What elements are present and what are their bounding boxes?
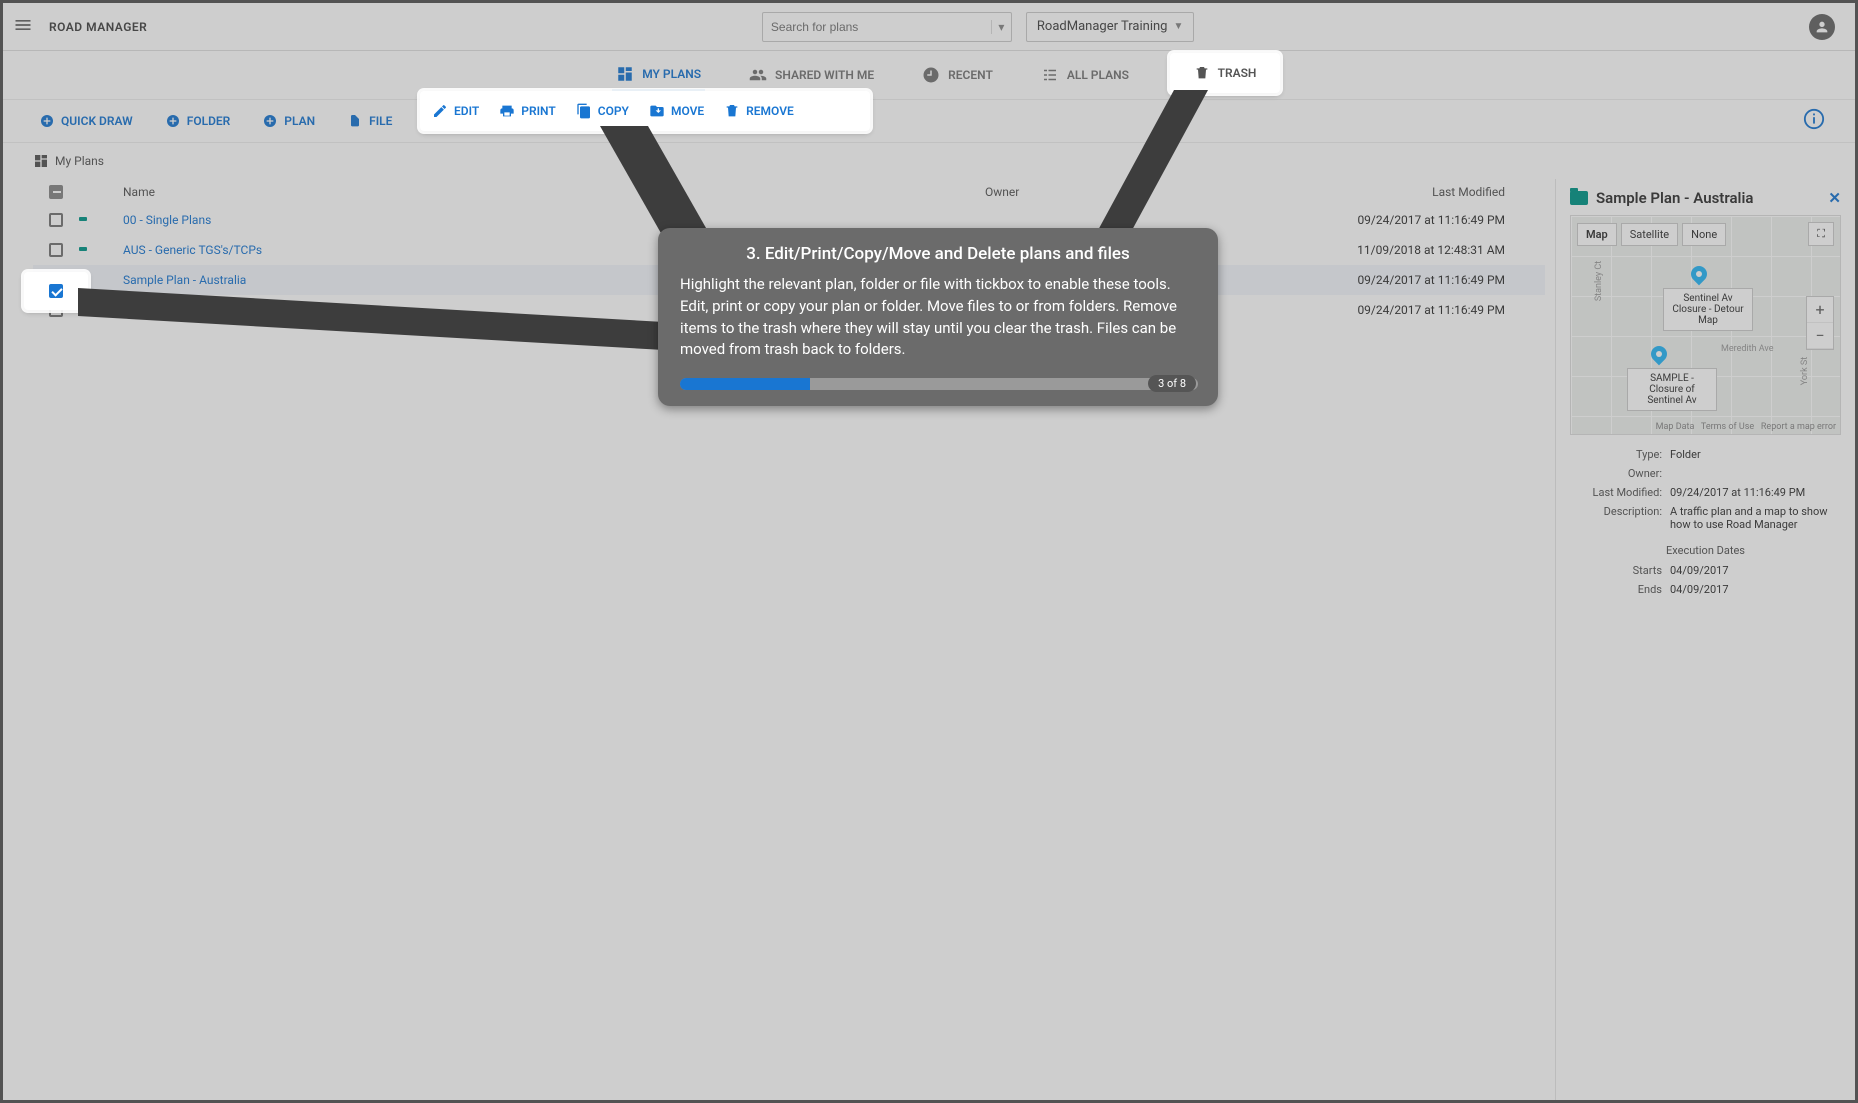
tour-step: 3 of 8: [1148, 375, 1196, 392]
meta-key: Last Modified:: [1570, 486, 1670, 499]
tour-title: 3. Edit/Print/Copy/Move and Delete plans…: [680, 244, 1196, 264]
avatar[interactable]: [1809, 14, 1835, 40]
app-title: ROAD MANAGER: [49, 20, 147, 34]
chevron-down-icon: ▼: [1173, 21, 1183, 32]
org-dropdown[interactable]: RoadManager Training ▼: [1026, 12, 1194, 42]
close-icon[interactable]: ✕: [1828, 189, 1841, 207]
row-modified: 11/09/2018 at 12:48:31 AM: [1315, 243, 1545, 257]
map-pin[interactable]: [1648, 343, 1671, 366]
list-icon: [1041, 66, 1059, 84]
row-checkbox[interactable]: [49, 243, 63, 257]
tour-body: Highlight the relevant plan, folder or f…: [680, 274, 1196, 361]
meta-key: Ends: [1570, 583, 1670, 596]
meta-key: Type:: [1570, 448, 1670, 461]
tab-allplans[interactable]: ALL PLANS: [1037, 60, 1133, 90]
meta-val: 04/09/2017: [1670, 564, 1841, 577]
hamburger-icon[interactable]: [13, 15, 33, 39]
meta-val: 09/24/2017 at 11:16:49 PM: [1670, 486, 1841, 499]
map-marker-label[interactable]: SAMPLE - Closure of Sentinel Av: [1627, 368, 1717, 411]
tab-recent[interactable]: RECENT: [918, 60, 997, 90]
people-icon: [749, 66, 767, 84]
info-button[interactable]: [1803, 108, 1825, 134]
meta-val: Folder: [1670, 448, 1841, 461]
map-view-map[interactable]: Map: [1577, 223, 1617, 246]
meta-key: Starts: [1570, 564, 1670, 577]
dashboard-icon: [616, 65, 634, 83]
map-road-label: Stanley Ct: [1594, 261, 1604, 301]
search-input[interactable]: [763, 20, 991, 34]
main-tabs: MY PLANS SHARED WITH ME RECENT ALL PLANS…: [3, 51, 1855, 99]
tab-myplans[interactable]: MY PLANS: [612, 59, 705, 91]
col-modified[interactable]: Last Modified: [1315, 185, 1545, 199]
quickdraw-button[interactable]: QUICK DRAW: [33, 109, 139, 133]
table-header: Name Owner Last Modified: [33, 179, 1545, 205]
row-modified: 09/24/2017 at 11:16:49 PM: [1315, 213, 1545, 227]
map-marker-label[interactable]: Sentinel Av Closure - Detour Map: [1663, 288, 1753, 331]
row-checkbox[interactable]: [49, 213, 63, 227]
tour-callout: 3. Edit/Print/Copy/Move and Delete plans…: [658, 228, 1218, 406]
clock-icon: [922, 66, 940, 84]
map-road-label: Meredith Ave: [1721, 344, 1774, 354]
zoom-in-button[interactable]: +: [1807, 297, 1833, 323]
row-modified: 09/24/2017 at 11:16:49 PM: [1315, 303, 1545, 317]
tour-arrow: [78, 286, 668, 356]
map-view-satellite[interactable]: Satellite: [1621, 223, 1678, 246]
meta-key: Owner:: [1570, 467, 1670, 480]
search-input-wrap[interactable]: ▾: [762, 12, 1012, 42]
search-chevron-icon[interactable]: ▾: [991, 20, 1011, 34]
fullscreen-icon[interactable]: ⛶: [1808, 222, 1834, 246]
map-view-none[interactable]: None: [1682, 223, 1726, 246]
map-pin[interactable]: [1688, 263, 1711, 286]
zoom-out-button[interactable]: −: [1807, 323, 1833, 349]
section-heading: Execution Dates: [1570, 544, 1841, 557]
file-button[interactable]: FILE: [341, 109, 398, 133]
org-name: RoadManager Training: [1037, 19, 1168, 34]
map-disclaimer: Map Data Terms of Use Report a map error: [1656, 422, 1836, 432]
select-all-checkbox[interactable]: [49, 185, 63, 199]
meta-val: 04/09/2017: [1670, 583, 1841, 596]
folder-button[interactable]: FOLDER: [159, 109, 237, 133]
meta-key: Description:: [1570, 505, 1670, 531]
col-name[interactable]: Name: [119, 185, 985, 199]
meta-val: A traffic plan and a map to show how to …: [1670, 505, 1841, 531]
details-panel: Sample Plan - Australia ✕ Map Satellite …: [1555, 179, 1855, 1100]
map-road-label: York St: [1800, 357, 1810, 385]
map-preview[interactable]: Map Satellite None ⛶ Sentinel Av Closure…: [1570, 215, 1841, 435]
tab-shared[interactable]: SHARED WITH ME: [745, 60, 878, 90]
meta-val: [1670, 467, 1841, 480]
tour-progress: [680, 378, 1198, 390]
row-modified: 09/24/2017 at 11:16:49 PM: [1315, 273, 1545, 287]
toolbar: QUICK DRAW FOLDER PLAN FILE EDIT PRINT C…: [3, 99, 1855, 143]
row-name[interactable]: 00 - Single Plans: [119, 213, 985, 227]
spotlight-trash: TRASH: [1170, 53, 1280, 93]
breadcrumb: My Plans: [3, 143, 1855, 179]
folder-icon: [1570, 191, 1588, 205]
spotlight-tools: EDIT PRINT COPY MOVE REMOVE: [420, 91, 870, 131]
plan-button[interactable]: PLAN: [256, 109, 321, 133]
map-zoom: +−: [1806, 296, 1834, 350]
app-header: ROAD MANAGER ▾ RoadManager Training ▼: [3, 3, 1855, 51]
details-title: Sample Plan - Australia: [1596, 189, 1753, 207]
